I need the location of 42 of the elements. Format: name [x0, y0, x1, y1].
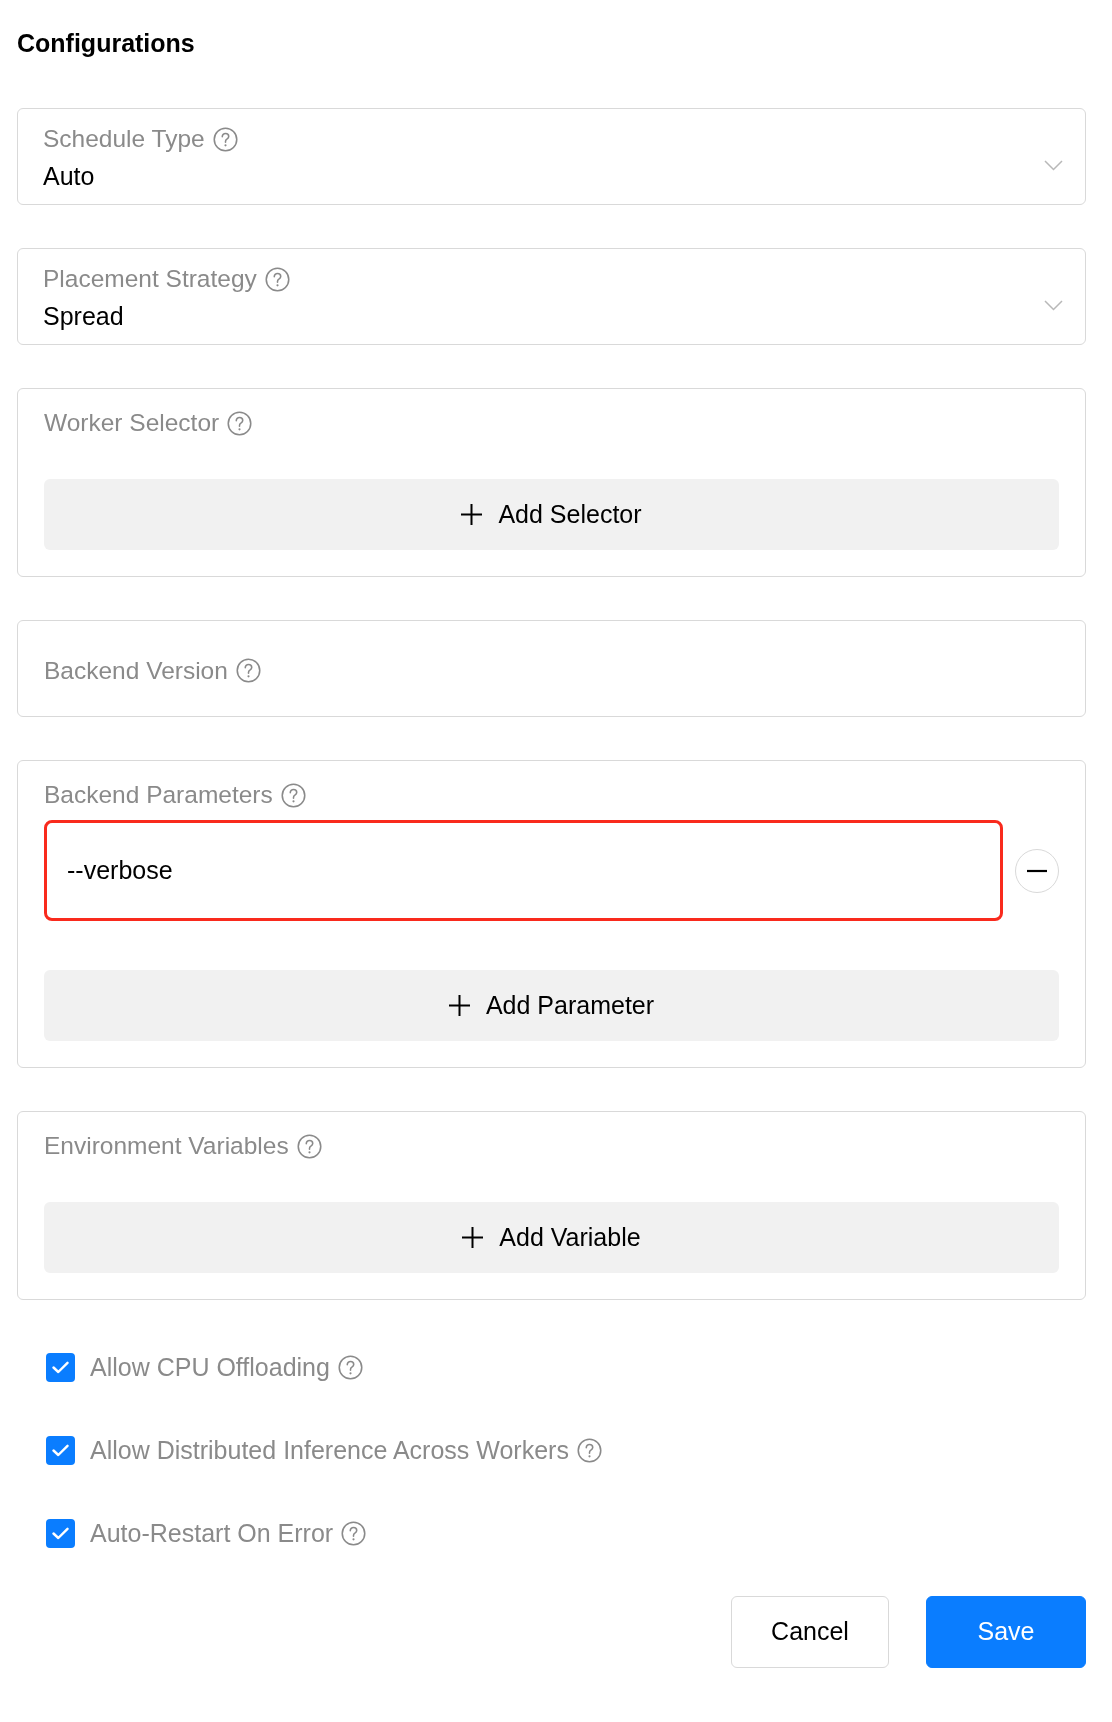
checkbox[interactable] [46, 1435, 75, 1465]
help-icon[interactable] [227, 410, 253, 436]
chevron-down-icon [1044, 160, 1063, 171]
field-label: Schedule Type [43, 124, 205, 154]
plus-icon [448, 995, 470, 1016]
select-value: Spread [43, 301, 124, 331]
chevron-down-icon [1044, 300, 1063, 311]
field-label: Placement Strategy [43, 264, 257, 294]
plus-icon [461, 504, 483, 525]
remove-button[interactable] [1015, 848, 1059, 893]
help-icon[interactable] [296, 1133, 322, 1159]
field-label: Backend Parameters [44, 780, 273, 810]
select-field[interactable]: Schedule Type Auto [17, 108, 1086, 205]
select-field[interactable]: Placement Strategy Spread [17, 248, 1086, 345]
checkbox-label: Auto-Restart On Error [90, 1518, 334, 1548]
help-icon[interactable] [212, 126, 238, 152]
checkbox[interactable] [46, 1518, 75, 1548]
field-label: Worker Selector [44, 408, 220, 438]
plus-icon [462, 1227, 484, 1248]
input-field[interactable]: --verbose [44, 820, 1003, 921]
help-icon[interactable] [280, 782, 306, 808]
help-icon[interactable] [576, 1437, 602, 1463]
help-icon[interactable] [337, 1354, 363, 1380]
field-label: Backend Version [44, 655, 228, 686]
field-label: Environment Variables [44, 1131, 289, 1161]
checkbox[interactable] [46, 1352, 75, 1382]
check-icon [52, 1443, 69, 1457]
check-icon [52, 1526, 69, 1540]
checkbox-label: Allow Distributed Inference Across Workers [90, 1435, 569, 1465]
save-button[interactable]: Save [926, 1596, 1086, 1668]
select-value: Auto [43, 161, 95, 191]
cancel-button[interactable]: Cancel [731, 1596, 889, 1668]
add-button[interactable]: Add Variable [44, 1202, 1059, 1273]
help-icon[interactable] [264, 266, 290, 292]
add-button[interactable]: Add Selector [44, 479, 1059, 550]
help-icon[interactable] [341, 1520, 367, 1546]
checkbox-label: Allow CPU Offloading [90, 1352, 330, 1382]
minus-icon [1027, 868, 1047, 873]
section-title: Configurations [17, 28, 195, 59]
add-button[interactable]: Add Parameter [44, 970, 1059, 1041]
check-icon [52, 1360, 69, 1374]
help-icon[interactable] [235, 658, 261, 683]
